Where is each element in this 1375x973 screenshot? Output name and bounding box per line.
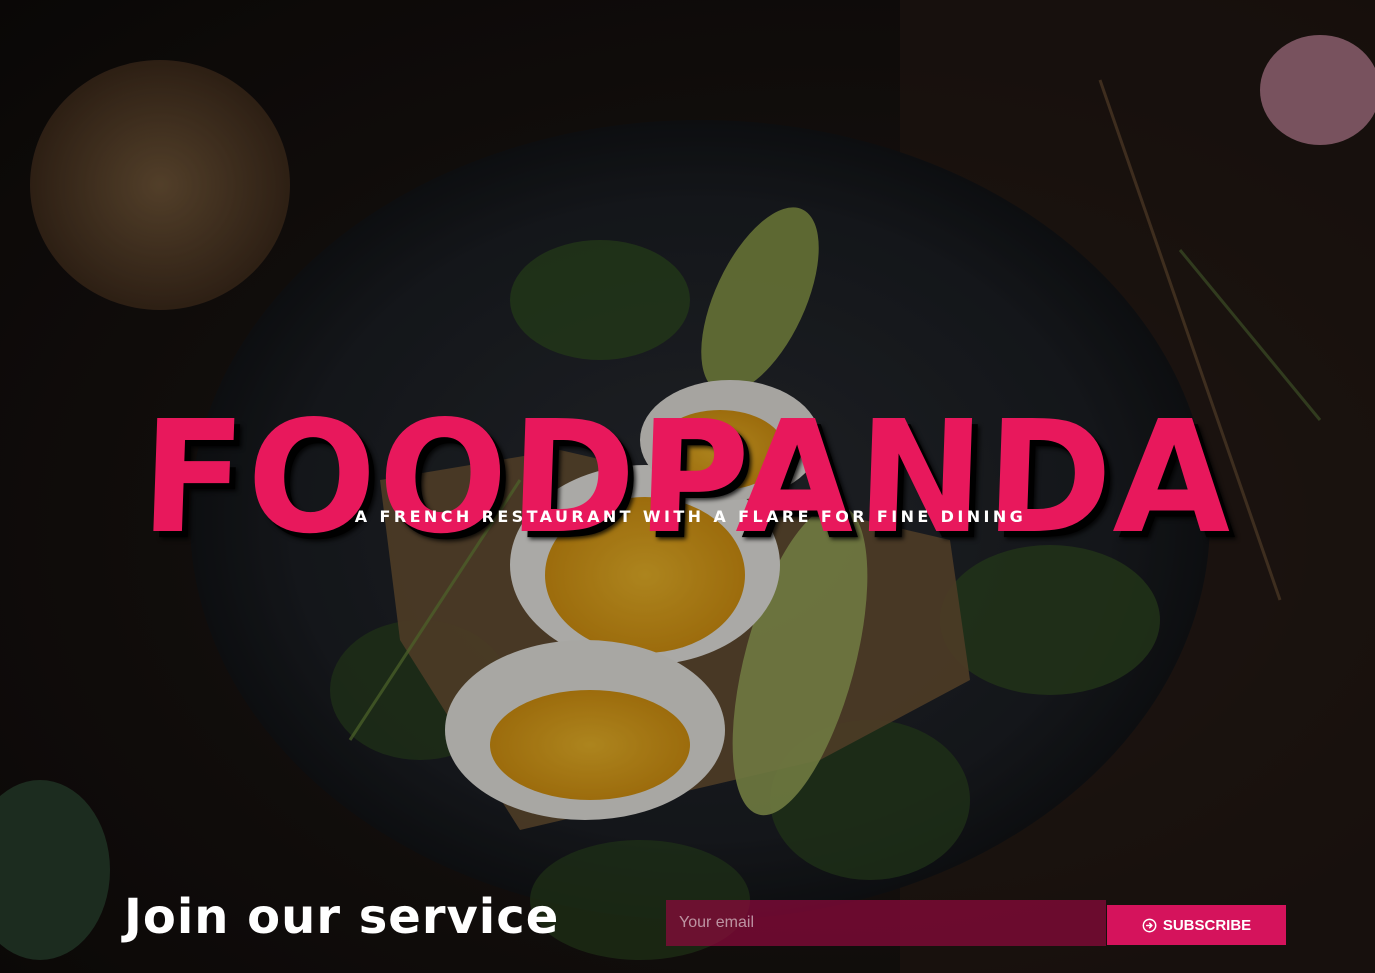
subscribe-button-label: SUBSCRIBE: [1162, 916, 1252, 934]
arrow-circle-right-icon: [1142, 918, 1157, 933]
subscribe-heading: Join our service: [124, 889, 560, 945]
subscribe-button[interactable]: SUBSCRIBE: [1107, 905, 1286, 945]
brand-tagline: A FRENCH RESTAURANT WITH A FLARE FOR FIN…: [354, 507, 1027, 526]
brand-title: FOODPANDA: [138, 387, 1237, 568]
email-input[interactable]: [666, 900, 1106, 946]
hero-section: FOODPANDA A FRENCH RESTAURANT WITH A FLA…: [0, 0, 1375, 973]
